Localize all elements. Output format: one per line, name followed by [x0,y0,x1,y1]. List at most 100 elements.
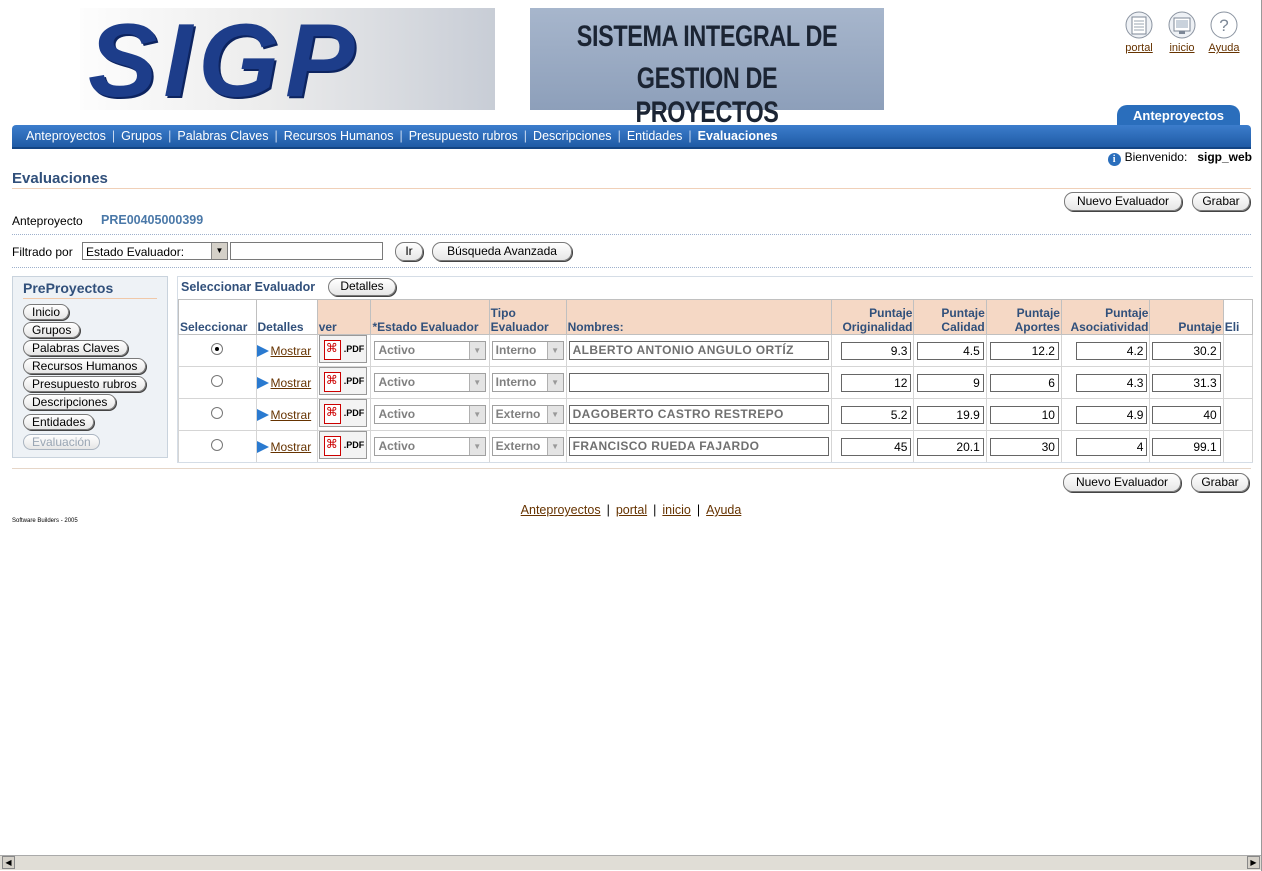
mostrar-link[interactable]: Mostrar [271,440,312,454]
side-button-palabras-claves[interactable]: Palabras Claves [23,340,129,356]
nav-separator: | [617,129,621,143]
asociatividad-field[interactable]: 4 [1075,437,1148,456]
puntaje-field[interactable]: 30.2 [1152,341,1221,360]
asociatividad-field[interactable]: 4.2 [1075,341,1148,360]
inicio-link[interactable]: inicio [1169,42,1194,54]
detalles-button[interactable]: Detalles [328,278,396,296]
aportes-field[interactable]: 30 [989,437,1059,456]
pdf-icon [323,436,341,456]
nombre-field[interactable]: FRANCISCO RUEDA FAJARDO [568,437,830,456]
side-button-grupos[interactable]: Grupos [23,322,81,338]
side-button-inicio[interactable]: Inicio [23,304,70,320]
calidad-field[interactable]: 20.1 [917,437,984,456]
preproyectos-panel: PreProyectos Inicio Grupos Palabras Claves… [12,276,168,458]
select-radio[interactable] [211,407,224,419]
puntaje-field[interactable]: 99.1 [1152,437,1221,456]
originalidad-field[interactable]: 12 [841,373,912,392]
nuevo-evaluador-button-bottom[interactable]: Nuevo Evaluador [1063,473,1181,492]
home-icon [1167,10,1197,40]
evaluadores-panel: Seleccionar Evaluador Detalles Seleccion… [177,276,1253,463]
select-radio[interactable] [211,439,224,451]
footer-link-portal[interactable]: portal [616,503,647,517]
originalidad-field[interactable]: 45 [841,437,912,456]
side-button-presupuesto-rubros[interactable]: Presupuesto rubros [23,376,146,392]
pdf-button[interactable]: .PDF [318,335,367,363]
side-button-recursos-humanos[interactable]: Recursos Humanos [23,358,147,374]
estado-select: Activo ▼ [374,373,486,392]
nombre-field[interactable]: ALBERTO ANTONIO ANGULO ORTÍZ [568,341,830,360]
eliminar-cell [1222,398,1253,431]
global-link-inicio[interactable]: inicio [1166,10,1198,54]
nav-item-entidades[interactable]: Entidades [627,129,683,143]
portal-link[interactable]: portal [1125,42,1153,54]
tipo-select[interactable]: Externo ▼ [491,437,564,456]
calidad-field[interactable]: 4.5 [917,341,984,360]
global-link-ayuda[interactable]: ? Ayuda [1206,10,1242,54]
global-link-portal[interactable]: portal [1122,10,1156,54]
nav-separator: | [111,129,116,143]
nuevo-evaluador-button-top[interactable]: Nuevo Evaluador [1064,192,1182,211]
scroll-left-icon[interactable]: ◀ [2,856,15,869]
pdf-button[interactable]: .PDF [318,399,367,427]
nav-item-palabras-claves[interactable]: Palabras Claves [177,129,268,143]
filter-input[interactable] [230,242,383,260]
nombre-field[interactable] [568,373,830,392]
busqueda-avanzada-button[interactable]: Búsqueda Avanzada [432,242,572,261]
aportes-field[interactable]: 6 [989,373,1059,392]
grabar-button-bottom[interactable]: Grabar [1191,473,1249,492]
ayuda-link[interactable]: Ayuda [1209,42,1240,54]
mostrar-link[interactable]: Mostrar [271,408,312,422]
puntaje-field[interactable]: 31.3 [1152,373,1221,392]
play-icon [256,344,269,357]
filter-label: Filtrado por [12,245,73,259]
aportes-field[interactable]: 10 [989,405,1059,424]
footer-link-inicio[interactable]: inicio [662,503,691,517]
nav-separator: | [274,129,278,143]
nav-item-evaluaciones[interactable]: Evaluaciones [698,129,778,143]
ir-button[interactable]: Ir [395,242,423,261]
pdf-button[interactable]: .PDF [318,367,367,395]
pdf-icon [323,340,341,360]
nav-item-recursos-humanos[interactable]: Recursos Humanos [284,129,394,143]
calidad-field[interactable]: 9 [917,373,984,392]
pdf-icon [323,404,341,424]
anteproyecto-label: Anteproyecto [12,214,83,228]
mostrar-link[interactable]: Mostrar [271,376,312,390]
main-nav: Anteproyectos | Grupos | Palabras Claves | Rec… [12,125,1251,149]
originalidad-field[interactable]: 5.2 [841,405,912,424]
pdf-button[interactable]: .PDF [318,431,367,459]
nav-item-anteproyectos[interactable]: Anteproyectos [26,129,106,143]
horizontal-scrollbar[interactable]: ◀ ▶ [0,855,1262,870]
filter-select-value: Estado Evaluador: [86,245,185,259]
puntaje-field[interactable]: 40 [1152,405,1221,424]
select-radio[interactable] [211,375,224,387]
asociatividad-field[interactable]: 4.9 [1075,405,1148,424]
footer-link-anteproyectos[interactable]: Anteproyectos [521,503,601,517]
filter-select[interactable]: Estado Evaluador: ▼ [82,242,228,260]
nav-item-grupos[interactable]: Grupos [121,129,162,143]
mostrar-link[interactable]: Mostrar [271,344,312,358]
nav-separator: | [688,129,692,143]
nav-item-presupuesto-rubros[interactable]: Presupuesto rubros [409,129,518,143]
tipo-select[interactable]: Interno ▼ [491,341,564,360]
select-radio[interactable] [211,343,224,355]
footer-link-ayuda[interactable]: Ayuda [706,503,741,517]
aportes-field[interactable]: 12.2 [989,341,1059,360]
svg-text:?: ? [1219,16,1228,35]
originalidad-field[interactable]: 9.3 [841,341,912,360]
col-estado: *Estado Evaluador [370,299,490,335]
scroll-right-icon[interactable]: ▶ [1247,856,1260,869]
asociatividad-field[interactable]: 4.3 [1075,373,1148,392]
nombre-field[interactable]: DAGOBERTO CASTRO RESTREPO [568,405,830,424]
anteproyecto-value: PRE00405000399 [101,213,204,227]
side-button-descripciones[interactable]: Descripciones [23,394,117,410]
tab-anteproyectos[interactable]: Anteproyectos [1117,105,1240,127]
tipo-select[interactable]: Externo ▼ [491,405,564,424]
grabar-button-top[interactable]: Grabar [1192,192,1250,211]
calidad-field[interactable]: 19.9 [917,405,984,424]
nav-item-descripciones[interactable]: Descripciones [533,129,612,143]
side-button-entidades[interactable]: Entidades [23,414,95,430]
col-nombres: Nombres: [565,299,833,335]
tipo-select[interactable]: Interno ▼ [491,373,564,392]
section-divider-2 [12,267,1251,268]
